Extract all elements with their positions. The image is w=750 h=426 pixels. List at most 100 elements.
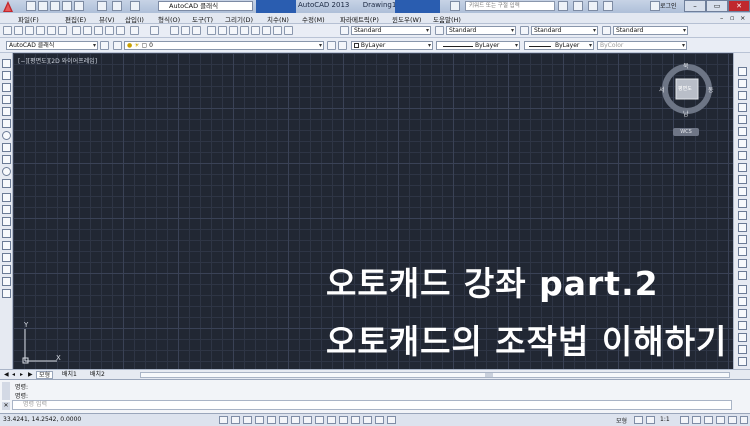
- layer-select[interactable]: ● ☀ ▢ 0: [124, 41, 324, 50]
- dynamic-ucs-icon[interactable]: [315, 416, 324, 424]
- mtext-icon[interactable]: [2, 277, 11, 286]
- cut-icon[interactable]: [72, 26, 81, 35]
- polyline-icon[interactable]: [2, 83, 11, 92]
- erase-icon[interactable]: [738, 67, 747, 76]
- user-icon[interactable]: [650, 1, 660, 11]
- command-grip[interactable]: [2, 382, 10, 400]
- annotation-visibility-icon[interactable]: [680, 416, 689, 424]
- markup-icon[interactable]: [262, 26, 271, 35]
- annotation-monitor-icon[interactable]: [387, 416, 396, 424]
- favorites-icon[interactable]: [603, 1, 613, 11]
- zoom-previous-icon[interactable]: [207, 26, 216, 35]
- menu-file[interactable]: 파일(F): [18, 14, 39, 24]
- command-input[interactable]: 명령 입력: [12, 400, 732, 410]
- dim-style-icon[interactable]: [435, 26, 444, 35]
- ellipse-arc-icon[interactable]: [2, 179, 11, 188]
- construction-line-icon[interactable]: [2, 71, 11, 80]
- scroll-thumb[interactable]: [485, 373, 493, 377]
- spline-icon[interactable]: [2, 155, 11, 164]
- layer-previous-icon[interactable]: [338, 41, 347, 50]
- clean-screen-icon[interactable]: [740, 416, 748, 424]
- infer-constraints-icon[interactable]: [219, 416, 228, 424]
- redo-tb-icon[interactable]: [150, 26, 159, 35]
- lineweight-toggle-icon[interactable]: [339, 416, 348, 424]
- table-icon[interactable]: [2, 265, 11, 274]
- layer-properties-icon[interactable]: [113, 41, 122, 50]
- undo-tb-icon[interactable]: [130, 26, 139, 35]
- preview-icon[interactable]: [47, 26, 56, 35]
- viewcube-south[interactable]: 남: [683, 109, 689, 118]
- object-snap-icon[interactable]: [279, 416, 288, 424]
- redo-icon[interactable]: [130, 1, 140, 11]
- menu-restore[interactable]: ▫: [730, 14, 734, 22]
- stretch-icon[interactable]: [738, 163, 747, 172]
- copy-icon[interactable]: [83, 26, 92, 35]
- lineweight-select[interactable]: ByLayer: [524, 41, 594, 50]
- block-editor-icon[interactable]: [116, 26, 125, 35]
- tab-layout1[interactable]: 배치1: [60, 371, 79, 379]
- communication-icon[interactable]: [588, 1, 598, 11]
- horizontal-scrollbar[interactable]: [140, 372, 730, 378]
- dim-linear-icon[interactable]: [738, 297, 747, 306]
- fillet-icon[interactable]: [738, 247, 747, 256]
- dim-radius-icon[interactable]: [738, 333, 747, 342]
- text-style-icon[interactable]: [340, 26, 349, 35]
- mleader-style-icon[interactable]: [602, 26, 611, 35]
- dim-arc-icon[interactable]: [738, 321, 747, 330]
- qnew-icon[interactable]: [3, 26, 12, 35]
- make-current-icon[interactable]: [327, 41, 336, 50]
- grid-display-icon[interactable]: [243, 416, 252, 424]
- gradient-icon[interactable]: [2, 241, 11, 250]
- save-file-icon[interactable]: [25, 26, 34, 35]
- tab-last-icon[interactable]: ▶: [26, 371, 35, 379]
- scroll-up-icon[interactable]: [738, 285, 747, 294]
- point-icon[interactable]: [2, 217, 11, 226]
- copy-object-icon[interactable]: [738, 79, 747, 88]
- snap-mode-icon[interactable]: [231, 416, 240, 424]
- minimize-button[interactable]: –: [684, 0, 706, 12]
- menu-tools[interactable]: 도구(T): [192, 14, 213, 24]
- tab-model[interactable]: 모형: [36, 371, 54, 379]
- scale-icon[interactable]: [738, 151, 747, 160]
- move-icon[interactable]: [738, 127, 747, 136]
- viewcube-face[interactable]: 평면도: [678, 85, 692, 92]
- arc-icon[interactable]: [2, 119, 11, 128]
- properties-icon[interactable]: [218, 26, 227, 35]
- rotate-icon[interactable]: [738, 139, 747, 148]
- insert-block-icon[interactable]: [2, 193, 11, 202]
- login-link[interactable]: 로그인: [660, 1, 677, 10]
- menu-modify[interactable]: 수정(M): [302, 14, 325, 24]
- autocad-logo-icon[interactable]: [2, 0, 14, 13]
- help-icon[interactable]: [284, 26, 293, 35]
- menu-format[interactable]: 형식(O): [158, 14, 180, 24]
- menu-edit[interactable]: 편집(E): [65, 14, 86, 24]
- open-file-icon[interactable]: [14, 26, 23, 35]
- subscription-icon[interactable]: [573, 1, 583, 11]
- extend-icon[interactable]: [738, 187, 747, 196]
- dim-aligned-icon[interactable]: [738, 309, 747, 318]
- workspace-settings-icon[interactable]: [100, 41, 109, 50]
- scroll-down-icon[interactable]: [738, 357, 747, 366]
- calculator-icon[interactable]: [273, 26, 282, 35]
- explode-icon[interactable]: [738, 271, 747, 280]
- workspace-switching-icon[interactable]: [692, 416, 701, 424]
- tab-prev-icon[interactable]: ◂: [10, 371, 17, 379]
- model-space-button[interactable]: 모형: [616, 416, 627, 425]
- menu-help[interactable]: 도움말(H): [433, 14, 461, 24]
- polygon-icon[interactable]: [2, 95, 11, 104]
- plot-icon[interactable]: [97, 1, 107, 11]
- menu-close[interactable]: ×: [740, 14, 745, 22]
- viewcube-east[interactable]: 동: [708, 85, 714, 94]
- viewport-controls[interactable]: [−][평면도][2D 와이어프레임]: [18, 56, 97, 65]
- blend-icon[interactable]: [738, 259, 747, 268]
- transparency-icon[interactable]: [351, 416, 360, 424]
- ellipse-icon[interactable]: [2, 167, 11, 176]
- viewcube[interactable]: 북 남 동 서 평면도: [659, 61, 715, 118]
- break-icon[interactable]: [738, 211, 747, 220]
- match-properties-icon[interactable]: [105, 26, 114, 35]
- menu-draw[interactable]: 그리기(D): [225, 14, 253, 24]
- workspace-select[interactable]: AutoCAD 클래식: [158, 1, 253, 11]
- quick-view-layouts-icon[interactable]: [634, 416, 643, 424]
- web-icon[interactable]: [74, 1, 84, 11]
- plotstyle-select[interactable]: ByColor: [597, 41, 687, 50]
